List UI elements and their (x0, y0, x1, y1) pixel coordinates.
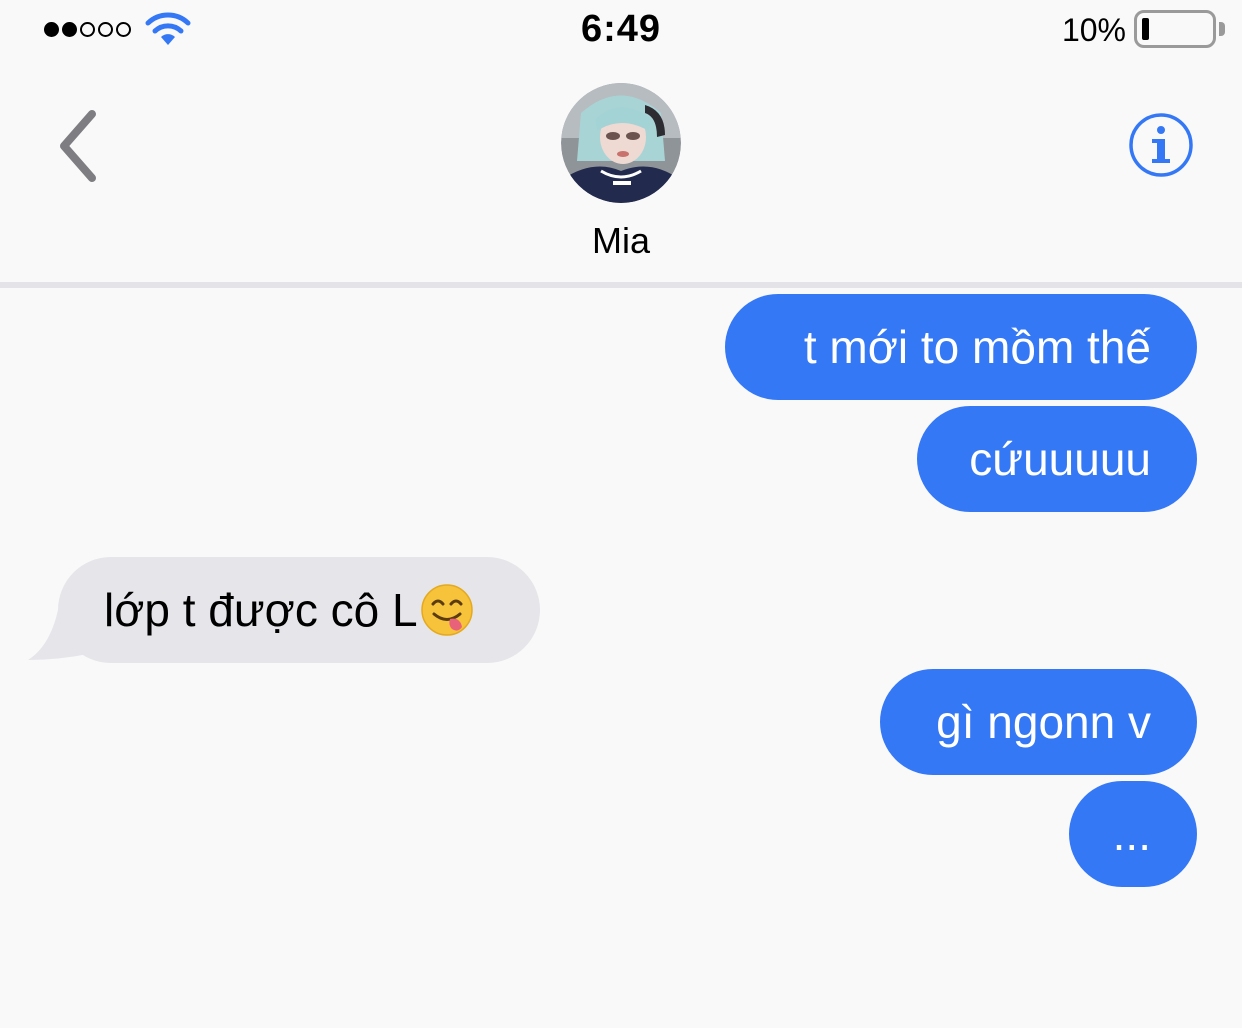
contact-name[interactable]: Mia (0, 220, 1242, 262)
info-button[interactable] (1128, 112, 1194, 178)
battery-cap (1219, 22, 1225, 36)
received-message-bubble[interactable]: lớp t được cô L (58, 557, 540, 663)
battery-icon (1134, 10, 1216, 48)
sent-message-bubble[interactable]: gì ngonn v (880, 669, 1197, 775)
battery-level (1142, 18, 1149, 40)
status-bar: 6:49 10% (0, 0, 1242, 62)
received-message-text: lớp t được cô L (104, 584, 418, 636)
back-button[interactable] (52, 108, 108, 184)
header-divider (0, 282, 1242, 288)
messages-screen: 6:49 10% Mia t mới to mồm thế cứuuuuu lớ… (0, 0, 1242, 1028)
contact-avatar[interactable] (561, 83, 681, 203)
sent-message-bubble[interactable]: ... (1069, 781, 1197, 887)
battery-percent: 10% (1061, 12, 1126, 48)
yum-face-emoji (420, 584, 473, 636)
status-time: 6:49 (580, 8, 662, 50)
sent-message-bubble[interactable]: t mới to mồm thế (725, 294, 1197, 400)
sent-message-bubble[interactable]: cứuuuuu (917, 406, 1197, 512)
chevron-left-icon (60, 110, 96, 182)
conversation-header: Mia (0, 62, 1242, 284)
